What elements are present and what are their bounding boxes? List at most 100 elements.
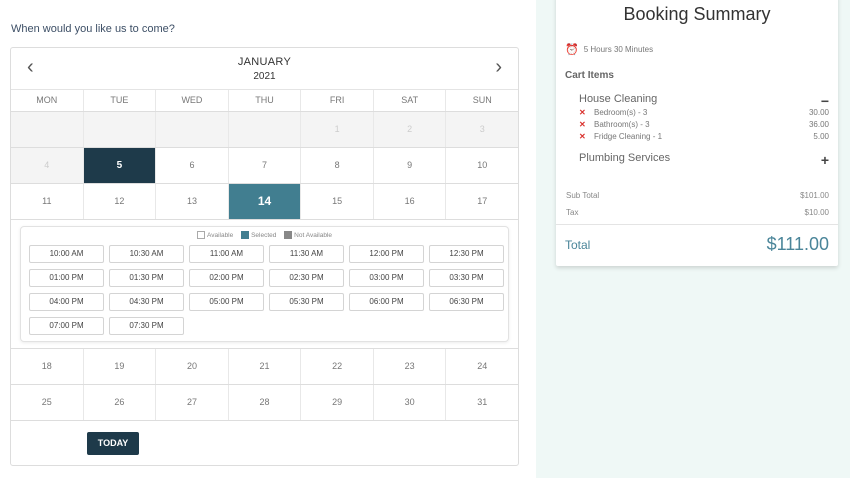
time-slot[interactable]: 01:30 PM (109, 269, 184, 287)
cart-item: ✕ Bedroom(s) - 3 30.00 (579, 107, 829, 119)
week-row: 25 26 27 28 29 30 31 (11, 385, 518, 421)
time-slot[interactable]: 12:00 PM (349, 245, 424, 263)
time-slot[interactable]: 07:30 PM (109, 317, 184, 335)
day-29[interactable]: 29 (301, 385, 374, 420)
weekday-wed: WED (156, 90, 229, 111)
day-3: 3 (446, 112, 519, 147)
time-slot[interactable]: 02:00 PM (189, 269, 264, 287)
weekday-sat: SAT (374, 90, 447, 111)
day-23[interactable]: 23 (374, 349, 447, 384)
day-6[interactable]: 6 (156, 148, 229, 183)
available-swatch (196, 231, 205, 239)
cart-item: ✕ Fridge Cleaning - 1 5.00 (579, 131, 829, 143)
day-17[interactable]: 17 (446, 184, 518, 219)
day-14[interactable]: 14 (228, 184, 302, 219)
chevron-right-icon[interactable]: › (495, 57, 502, 77)
weekday-row: MON TUE WED THU FRI SAT SUN (11, 90, 518, 112)
subtotal-row: Sub Total $101.00 (566, 191, 829, 200)
day-30[interactable]: 30 (374, 385, 447, 420)
total-row: Total $111.00 (565, 234, 829, 255)
day-7[interactable]: 7 (229, 148, 302, 183)
day-19[interactable]: 19 (84, 349, 157, 384)
time-slot[interactable]: 11:30 AM (269, 245, 344, 263)
tax-label: Tax (566, 208, 579, 217)
empty-day (228, 112, 302, 147)
divider (556, 224, 838, 225)
item-price: 36.00 (808, 120, 829, 129)
time-slot[interactable]: 06:30 PM (429, 293, 504, 311)
legend-not-available: Not Available (294, 231, 332, 239)
remove-icon[interactable]: ✕ (579, 119, 594, 131)
service-plumbing: Plumbing Services + (579, 152, 829, 168)
weekday-sun: SUN (472, 95, 492, 105)
day-9[interactable]: 9 (374, 148, 447, 183)
day-11[interactable]: 11 (11, 184, 84, 219)
subtotal-value: $101.00 (800, 191, 829, 200)
day-20[interactable]: 20 (156, 349, 229, 384)
weekday-fri: FRI (301, 90, 374, 111)
calendar-header: ‹ JANUARY 2021 › (11, 48, 518, 90)
day-21[interactable]: 21 (229, 349, 302, 384)
week-row: 11 12 13 14 15 16 17 (11, 184, 518, 220)
time-slot[interactable]: 03:30 PM (429, 269, 504, 287)
item-price: 30.00 (808, 108, 829, 117)
total-value: $111.00 (766, 234, 829, 254)
time-slot[interactable]: 12:30 PM (429, 245, 504, 263)
time-slot[interactable]: 01:00 PM (29, 269, 104, 287)
cart-item: ✕ Bathroom(s) - 3 36.00 (579, 119, 829, 131)
time-slot[interactable]: 03:00 PM (349, 269, 424, 287)
remove-icon[interactable]: ✕ (579, 107, 594, 119)
day-24[interactable]: 24 (446, 349, 518, 384)
day-12[interactable]: 12 (84, 184, 157, 219)
calendar: ‹ JANUARY 2021 › MON TUE WED THU FRI SAT SUN 1… (10, 47, 519, 466)
time-slot[interactable]: 04:30 PM (109, 293, 184, 311)
week-row: 123 (11, 112, 519, 148)
time-slot[interactable]: 07:00 PM (29, 317, 104, 335)
day-18[interactable]: 18 (11, 349, 84, 384)
day-5[interactable]: 5 (83, 148, 157, 183)
day-13[interactable]: 13 (156, 184, 229, 219)
alarm-clock-icon: ⏰ (565, 44, 579, 56)
legend-selected: Selected (251, 231, 277, 239)
time-slot[interactable]: 04:00 PM (29, 293, 104, 311)
time-slot[interactable]: 11:00 AM (189, 245, 264, 263)
booking-summary-card: Booking Summary ⏰ 5 Hours 30 Minutes Cart… (556, 0, 838, 266)
chevron-left-icon[interactable]: ‹ (27, 57, 34, 77)
today-button[interactable]: TODAY (87, 432, 139, 455)
time-slot[interactable]: 10:30 AM (109, 245, 184, 263)
day-25[interactable]: 25 (11, 385, 84, 420)
not-available-swatch (284, 231, 293, 239)
time-slot[interactable]: 06:00 PM (349, 293, 424, 311)
day-26[interactable]: 26 (84, 385, 157, 420)
selected-swatch (241, 231, 250, 239)
week-row: 4 5 6 7 8 9 10 (11, 148, 518, 184)
day-28[interactable]: 28 (229, 385, 302, 420)
service-items: ✕ Bedroom(s) - 3 30.00 ✕ Bathroom(s) - 3 36.0… (579, 107, 829, 143)
item-name: Bedroom(s) - 3 (594, 108, 648, 117)
empty-day (83, 112, 157, 147)
day-31[interactable]: 31 (446, 385, 518, 420)
tax-row: Tax $10.00 (566, 208, 829, 217)
time-slot[interactable]: 10:00 AM (29, 245, 104, 263)
day-8[interactable]: 8 (301, 148, 374, 183)
legend-available: Available (206, 231, 234, 239)
tax-value: $10.00 (804, 208, 829, 217)
service-name: Plumbing Services (579, 152, 671, 164)
expand-plus-icon[interactable]: + (821, 152, 829, 168)
day-10[interactable]: 10 (446, 148, 518, 183)
month-label: JANUARY (237, 56, 292, 68)
day-15[interactable]: 15 (301, 184, 374, 219)
time-slot[interactable]: 05:00 PM (189, 293, 264, 311)
day-2: 2 (373, 112, 447, 147)
day-22[interactable]: 22 (301, 349, 374, 384)
week-row: 18 19 20 21 22 23 24 (11, 349, 518, 385)
day-27[interactable]: 27 (156, 385, 229, 420)
day-1: 1 (301, 112, 374, 147)
time-slot[interactable]: 02:30 PM (269, 269, 344, 287)
time-slot-panel: Available Selected Not Available 10:00 A… (20, 226, 509, 342)
year-label: 2021 (253, 71, 276, 82)
weekday-tue: TUE (84, 90, 157, 111)
remove-icon[interactable]: ✕ (579, 131, 594, 143)
time-slot[interactable]: 05:30 PM (269, 293, 344, 311)
day-16[interactable]: 16 (374, 184, 447, 219)
